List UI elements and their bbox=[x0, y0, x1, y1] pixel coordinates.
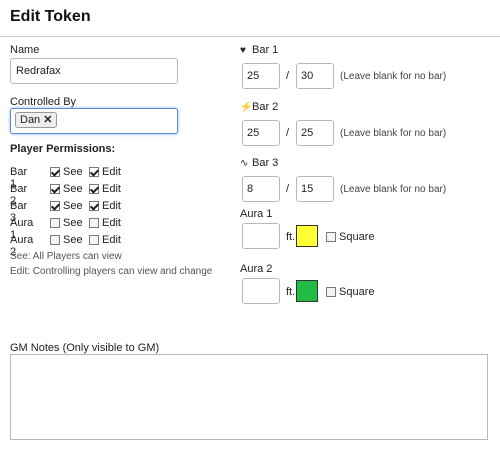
bar-label: Bar 2 bbox=[252, 101, 279, 113]
controlled-by-label: Controlled By bbox=[10, 96, 77, 108]
aura-square-checkbox[interactable] bbox=[326, 287, 336, 297]
pulse-icon: ∿ bbox=[240, 158, 249, 169]
bar-max-input[interactable]: 25 bbox=[296, 120, 334, 146]
remove-tag-icon[interactable]: ✕ bbox=[43, 114, 52, 126]
bar-label: Bar 3 bbox=[252, 157, 279, 169]
aura-square-label: Square bbox=[339, 286, 375, 298]
title-divider bbox=[0, 36, 500, 37]
aura-unit: ft. bbox=[286, 231, 296, 243]
edit-label: Edit bbox=[102, 166, 121, 178]
bar-value-input[interactable]: 25 bbox=[242, 120, 280, 146]
edit-checkbox[interactable] bbox=[89, 235, 99, 245]
aura-radius-input[interactable] bbox=[242, 278, 280, 304]
edit-label: Edit bbox=[102, 217, 121, 229]
lightning-icon: ⚡ bbox=[240, 102, 253, 113]
controlled-by-tag: Dan ✕ bbox=[15, 112, 58, 128]
help-edit: Edit: Controlling players can view and c… bbox=[10, 266, 213, 277]
see-checkbox[interactable] bbox=[50, 184, 60, 194]
dialog-title: Edit Token bbox=[10, 8, 91, 25]
see-label: See bbox=[63, 234, 83, 246]
help-see: See: All Players can view bbox=[10, 251, 122, 262]
name-label: Name bbox=[10, 44, 40, 56]
bar-max-input[interactable]: 15 bbox=[296, 176, 334, 202]
aura-color-swatch[interactable] bbox=[296, 225, 318, 247]
bar-value-input[interactable]: 25 bbox=[242, 63, 280, 89]
bar-header: ∿ Bar 3 bbox=[240, 157, 278, 169]
bar-slash: / bbox=[286, 70, 290, 82]
bar-max-input[interactable]: 30 bbox=[296, 63, 334, 89]
aura-radius-input[interactable] bbox=[242, 223, 280, 249]
edit-checkbox[interactable] bbox=[89, 201, 99, 211]
bar-hint: (Leave blank for no bar) bbox=[340, 128, 447, 139]
see-label: See bbox=[63, 200, 83, 212]
bar-value-input[interactable]: 8 bbox=[242, 176, 280, 202]
edit-checkbox[interactable] bbox=[89, 184, 99, 194]
see-checkbox[interactable] bbox=[50, 201, 60, 211]
bar-hint: (Leave blank for no bar) bbox=[340, 184, 447, 195]
see-checkbox[interactable] bbox=[50, 235, 60, 245]
bar-slash: / bbox=[286, 183, 290, 195]
heart-icon: ♥ bbox=[240, 45, 246, 56]
controlled-by-input[interactable]: Dan ✕ bbox=[10, 108, 178, 134]
bar-slash: / bbox=[286, 127, 290, 139]
aura-unit: ft. bbox=[286, 286, 296, 298]
bar-label: Bar 1 bbox=[252, 44, 279, 56]
controlled-by-tag-label: Dan bbox=[20, 114, 41, 126]
bar-header: ♥ Bar 1 bbox=[240, 44, 278, 56]
edit-checkbox[interactable] bbox=[89, 167, 99, 177]
edit-label: Edit bbox=[102, 200, 121, 212]
edit-checkbox[interactable] bbox=[89, 218, 99, 228]
edit-label: Edit bbox=[102, 234, 121, 246]
see-checkbox[interactable] bbox=[50, 218, 60, 228]
bar-hint: (Leave blank for no bar) bbox=[340, 71, 447, 82]
bar-header: ⚡Bar 2 bbox=[240, 101, 278, 113]
see-checkbox[interactable] bbox=[50, 167, 60, 177]
aura-label: Aura 1 bbox=[240, 208, 273, 220]
permissions-title: Player Permissions: bbox=[10, 143, 116, 155]
aura-color-swatch[interactable] bbox=[296, 280, 318, 302]
edit-label: Edit bbox=[102, 183, 121, 195]
name-input[interactable]: Redrafax bbox=[10, 58, 178, 84]
aura-label: Aura 2 bbox=[240, 263, 273, 275]
gm-notes-textarea[interactable] bbox=[10, 354, 488, 440]
see-label: See bbox=[63, 217, 83, 229]
see-label: See bbox=[63, 166, 83, 178]
gm-notes-label: GM Notes (Only visible to GM) bbox=[10, 342, 160, 354]
see-label: See bbox=[63, 183, 83, 195]
aura-square-label: Square bbox=[339, 231, 375, 243]
aura-square-checkbox[interactable] bbox=[326, 232, 336, 242]
